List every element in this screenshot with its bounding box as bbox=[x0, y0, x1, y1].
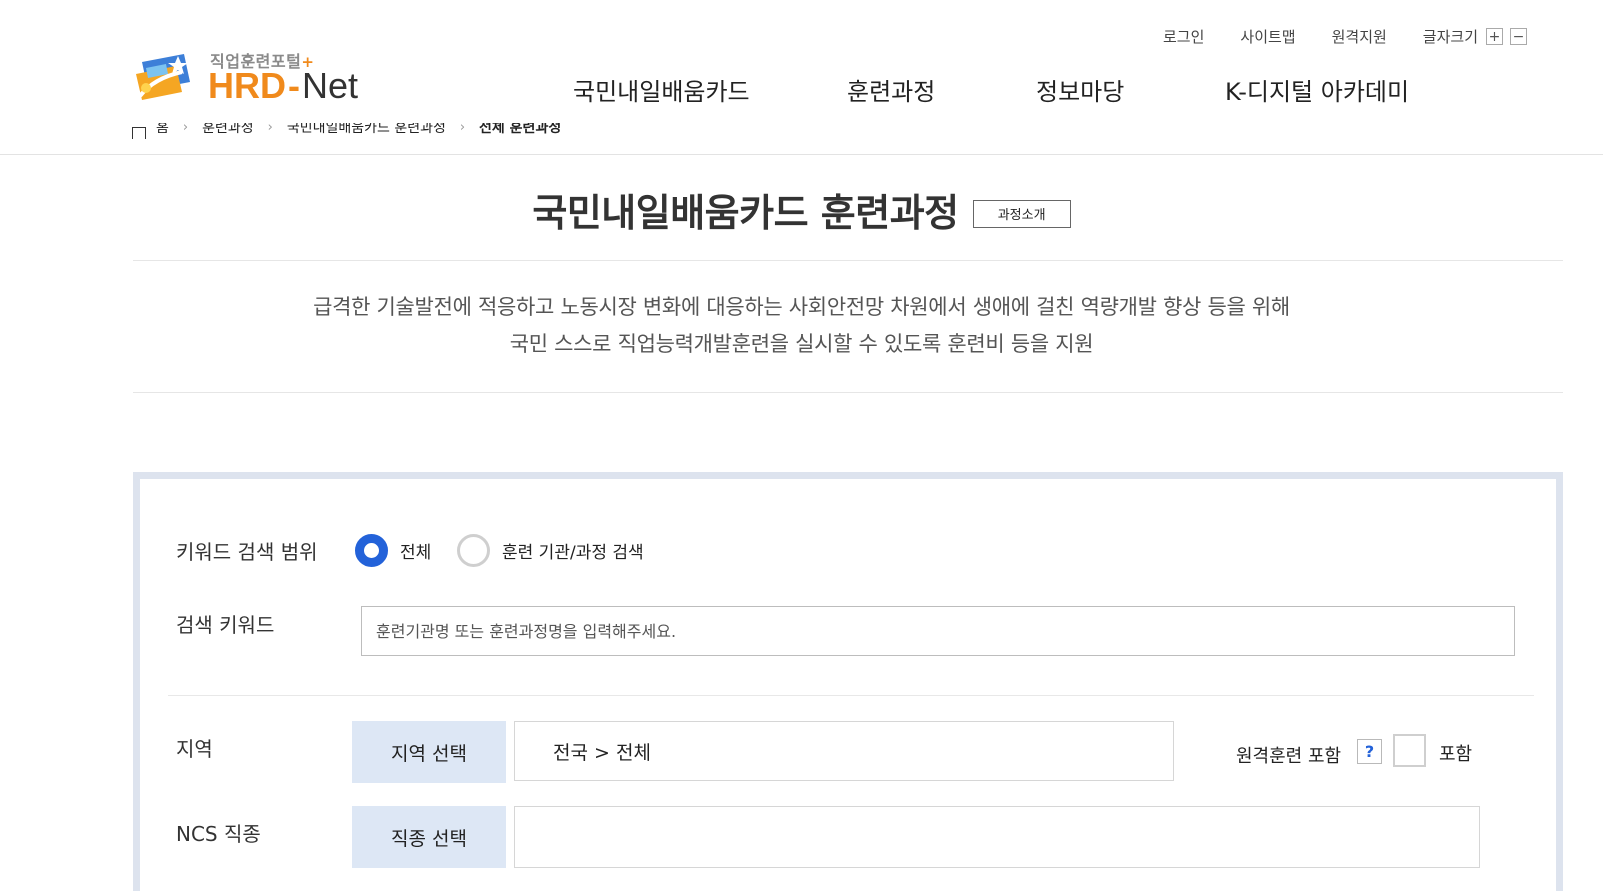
remote-training-label: 원격훈련 포함 bbox=[1236, 746, 1342, 767]
region-value-field[interactable]: 전국 > 전체 bbox=[514, 721, 1174, 781]
include-label: 포함 bbox=[1439, 744, 1473, 765]
description-divider bbox=[133, 392, 1563, 393]
main-nav: 국민내일배움카드 훈련과정 정보마당 K-디지털 아카데미 bbox=[0, 72, 1603, 108]
breadcrumb-separator: › bbox=[267, 123, 273, 135]
breadcrumb-item[interactable]: 국민내일배움카드 훈련과정 bbox=[287, 123, 446, 137]
scope-label: 키워드 검색 범위 bbox=[176, 540, 318, 564]
radio-label: 훈련 기관/과정 검색 bbox=[502, 543, 644, 563]
breadcrumb-separator: › bbox=[182, 123, 189, 135]
login-link[interactable]: 로그인 bbox=[1163, 26, 1204, 47]
home-icon[interactable] bbox=[132, 127, 146, 139]
description-line: 국민 스스로 직업능력개발훈련을 실시할 수 있도록 훈련비 등을 지원 bbox=[509, 332, 1094, 356]
sitemap-link[interactable]: 사이트맵 bbox=[1240, 26, 1295, 47]
nav-national-card[interactable]: 국민내일배움카드 bbox=[573, 72, 750, 107]
search-row-divider bbox=[168, 695, 1534, 696]
radio-checked-icon[interactable] bbox=[355, 534, 388, 567]
page-description: 급격한 기술발전에 적응하고 노동시장 변화에 대응하는 사회안전망 차원에서 … bbox=[0, 289, 1603, 363]
font-size-decrease-button[interactable]: − bbox=[1510, 28, 1527, 45]
radio-unchecked-icon[interactable] bbox=[457, 534, 490, 567]
ncs-value-field[interactable] bbox=[514, 806, 1480, 868]
region-label: 지역 bbox=[176, 737, 213, 761]
search-panel: 키워드 검색 범위 전체 훈련 기관/과정 검색 검색 키워드 지역 지역 선택… bbox=[133, 472, 1563, 891]
course-intro-button[interactable]: 과정소개 bbox=[972, 199, 1071, 228]
remote-support-link[interactable]: 원격지원 bbox=[1332, 26, 1387, 47]
breadcrumb-separator: › bbox=[459, 123, 466, 135]
description-line: 급격한 기술발전에 적응하고 노동시장 변화에 대응하는 사회안전망 차원에서 … bbox=[313, 295, 1290, 319]
nav-training-courses[interactable]: 훈련과정 bbox=[847, 72, 935, 107]
breadcrumb-item[interactable]: 훈련과정 bbox=[202, 123, 254, 137]
title-divider bbox=[133, 260, 1563, 261]
nav-k-digital-academy[interactable]: K-디지털 아카데미 bbox=[1225, 72, 1409, 107]
help-icon[interactable]: ? bbox=[1357, 739, 1382, 764]
font-size-label: 글자크기 bbox=[1422, 28, 1478, 46]
scope-all-radio[interactable]: 전체 bbox=[355, 534, 431, 567]
ncs-select-button[interactable]: 직종 선택 bbox=[352, 806, 506, 868]
nav-info-center[interactable]: 정보마당 bbox=[1036, 72, 1124, 107]
keyword-label: 검색 키워드 bbox=[176, 613, 275, 637]
breadcrumb-current[interactable]: 전체 훈련과정 bbox=[479, 123, 561, 137]
keyword-input[interactable] bbox=[361, 606, 1515, 656]
remote-include-checkbox[interactable] bbox=[1393, 734, 1426, 767]
breadcrumb: 홈 › 훈련과정 › 국민내일배움카드 훈련과정 › 전체 훈련과정 bbox=[132, 123, 561, 139]
breadcrumb-home[interactable]: 홈 bbox=[156, 123, 169, 137]
region-select-button[interactable]: 지역 선택 bbox=[352, 721, 506, 783]
font-size-increase-button[interactable]: + bbox=[1486, 28, 1503, 45]
radio-label: 전체 bbox=[400, 543, 432, 563]
scope-institution-radio[interactable]: 훈련 기관/과정 검색 bbox=[457, 534, 644, 567]
region-value: 전국 > 전체 bbox=[553, 741, 651, 764]
utility-bar: 로그인 사이트맵 원격지원 글자크기 + − bbox=[1127, 26, 1527, 47]
title-area: 국민내일배움카드 훈련과정 과정소개 bbox=[0, 182, 1603, 237]
page-title: 국민내일배움카드 훈련과정 bbox=[532, 191, 959, 235]
header-divider bbox=[0, 154, 1603, 155]
ncs-label: NCS 직종 bbox=[176, 822, 261, 846]
